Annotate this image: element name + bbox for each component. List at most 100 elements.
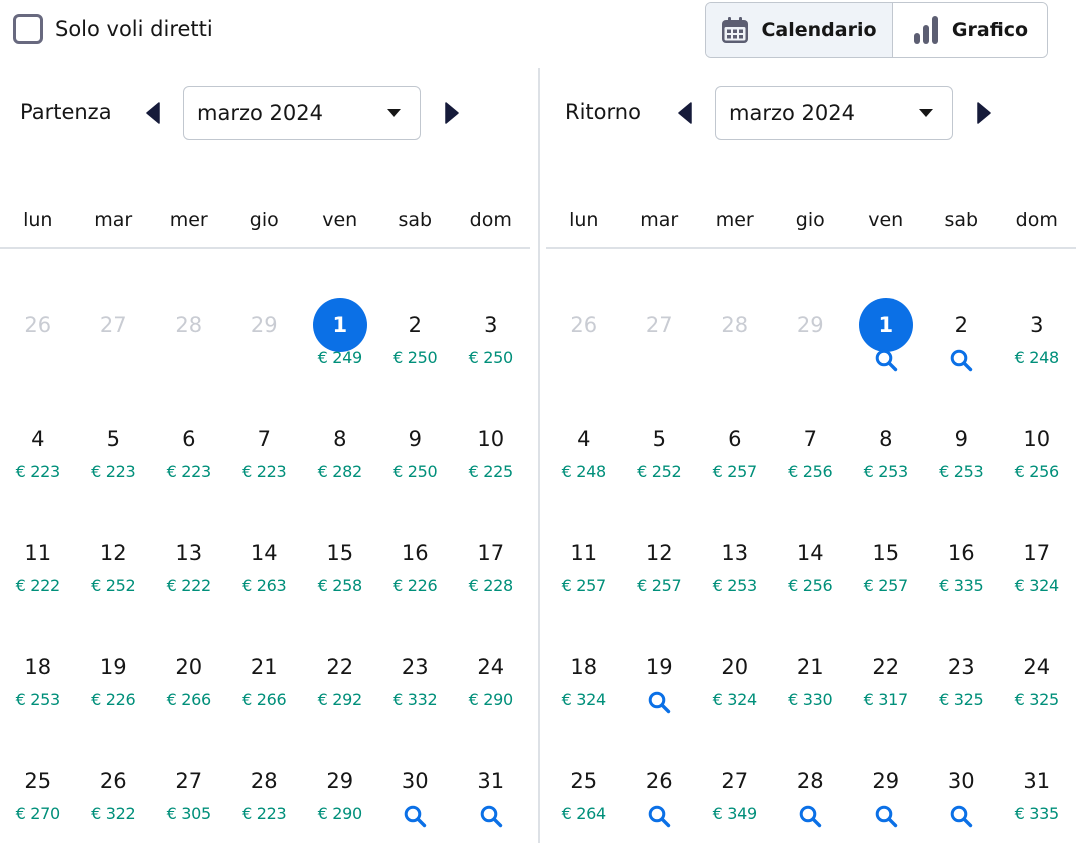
calendar-day[interactable]: 2 € 250 xyxy=(378,270,454,384)
departure-month-select[interactable]: marzo 2024 xyxy=(183,86,421,140)
search-icon[interactable] xyxy=(949,348,973,372)
calendar-day[interactable]: 8 € 253 xyxy=(848,384,924,498)
day-price: € 226 xyxy=(91,690,136,709)
calendar-day: 29 xyxy=(773,270,849,384)
calendar-day[interactable]: 18 € 324 xyxy=(546,612,622,726)
calendar-day[interactable]: 13 € 222 xyxy=(151,498,227,612)
calendar-day[interactable]: 7 € 223 xyxy=(227,384,303,498)
calendar-day[interactable]: 11 € 222 xyxy=(0,498,76,612)
return-month-value: marzo 2024 xyxy=(729,101,855,125)
calendar-view-button[interactable]: Calendario xyxy=(706,3,893,57)
calendar-day[interactable]: 23 € 325 xyxy=(924,612,1000,726)
calendar-day[interactable]: 6 € 223 xyxy=(151,384,227,498)
calendar-day: 28 xyxy=(151,270,227,384)
calendar-day[interactable]: 16 € 226 xyxy=(378,498,454,612)
search-icon[interactable] xyxy=(647,690,671,714)
calendar-day[interactable]: 8 € 282 xyxy=(302,384,378,498)
calendar-day[interactable]: 28 € 223 xyxy=(227,726,303,840)
calendar-day[interactable]: 22 € 292 xyxy=(302,612,378,726)
calendar-day[interactable]: 22 € 317 xyxy=(848,612,924,726)
search-icon[interactable] xyxy=(479,804,503,828)
view-toggle: Calendario Grafico xyxy=(705,2,1048,58)
calendar-day[interactable]: 28 xyxy=(773,726,849,840)
search-icon[interactable] xyxy=(798,804,822,828)
calendar-day[interactable]: 5 € 252 xyxy=(622,384,698,498)
search-icon[interactable] xyxy=(874,348,898,372)
calendar-day[interactable]: 17 € 228 xyxy=(453,498,529,612)
calendar-day[interactable]: 9 € 253 xyxy=(924,384,1000,498)
calendar-day[interactable]: 14 € 256 xyxy=(773,498,849,612)
return-month-select[interactable]: marzo 2024 xyxy=(715,86,953,140)
calendar-day-selected[interactable]: 1 xyxy=(848,270,924,384)
calendar-day[interactable]: 6 € 257 xyxy=(697,384,773,498)
day-number: 22 xyxy=(326,655,354,679)
calendar-day[interactable]: 13 € 253 xyxy=(697,498,773,612)
calendar-day[interactable]: 25 € 264 xyxy=(546,726,622,840)
calendar-day[interactable]: 15 € 258 xyxy=(302,498,378,612)
calendar-day[interactable]: 7 € 256 xyxy=(773,384,849,498)
direct-flights-label[interactable]: Solo voli diretti xyxy=(55,17,213,41)
calendar-day[interactable]: 20 € 324 xyxy=(697,612,773,726)
calendar-day[interactable]: 3 € 250 xyxy=(453,270,529,384)
day-price: € 256 xyxy=(788,462,833,481)
calendar-day[interactable]: 24 € 325 xyxy=(999,612,1075,726)
calendar-day[interactable]: 15 € 257 xyxy=(848,498,924,612)
calendar-day[interactable]: 16 € 335 xyxy=(924,498,1000,612)
day-number: 10 xyxy=(1023,427,1051,451)
day-price: € 266 xyxy=(242,690,287,709)
calendar-day[interactable]: 10 € 225 xyxy=(453,384,529,498)
day-price: € 252 xyxy=(637,462,682,481)
calendar-day[interactable]: 5 € 223 xyxy=(76,384,152,498)
calendar-day[interactable]: 17 € 324 xyxy=(999,498,1075,612)
calendar-day[interactable]: 3 € 248 xyxy=(999,270,1075,384)
day-number: 8 xyxy=(333,427,347,451)
calendar-day[interactable]: 10 € 256 xyxy=(999,384,1075,498)
calendar-day[interactable]: 4 € 248 xyxy=(546,384,622,498)
calendar-day[interactable]: 19 xyxy=(622,612,698,726)
calendar-day[interactable]: 9 € 250 xyxy=(378,384,454,498)
calendar-day[interactable]: 11 € 257 xyxy=(546,498,622,612)
calendar-day[interactable]: 30 xyxy=(378,726,454,840)
calendar-day[interactable]: 27 € 305 xyxy=(151,726,227,840)
calendar-day[interactable]: 18 € 253 xyxy=(0,612,76,726)
day-price: € 325 xyxy=(1014,690,1060,709)
return-prev-month-button[interactable] xyxy=(674,102,696,124)
return-weekday-header: lun mar mer gio ven sab dom xyxy=(546,205,1076,249)
calendar-day[interactable]: 27 € 349 xyxy=(697,726,773,840)
day-number: 18 xyxy=(24,655,52,679)
calendar-day[interactable]: 23 € 332 xyxy=(378,612,454,726)
search-icon[interactable] xyxy=(874,804,898,828)
search-icon[interactable] xyxy=(949,804,973,828)
search-icon[interactable] xyxy=(403,804,427,828)
departure-next-month-button[interactable] xyxy=(441,102,463,124)
calendar-day[interactable]: 29 xyxy=(848,726,924,840)
calendar-day[interactable]: 12 € 257 xyxy=(622,498,698,612)
calendar-day[interactable]: 2 xyxy=(924,270,1000,384)
calendar-day[interactable]: 12 € 252 xyxy=(76,498,152,612)
calendar-day[interactable]: 24 € 290 xyxy=(453,612,529,726)
chart-view-button[interactable]: Grafico xyxy=(893,3,1047,57)
calendar-day-selected[interactable]: 1 € 249 xyxy=(302,270,378,384)
calendar-day[interactable]: 25 € 270 xyxy=(0,726,76,840)
day-number: 1 xyxy=(312,298,367,352)
calendar-day[interactable]: 29 € 290 xyxy=(302,726,378,840)
calendar-day[interactable]: 20 € 266 xyxy=(151,612,227,726)
return-next-month-button[interactable] xyxy=(973,102,995,124)
search-icon[interactable] xyxy=(647,804,671,828)
calendar-day[interactable]: 21 € 266 xyxy=(227,612,303,726)
calendar-day[interactable]: 26 xyxy=(622,726,698,840)
calendar-day[interactable]: 30 xyxy=(924,726,1000,840)
calendar-day[interactable]: 4 € 223 xyxy=(0,384,76,498)
day-number: 13 xyxy=(721,541,749,565)
direct-flights-checkbox[interactable] xyxy=(13,14,43,44)
return-month-header: Ritorno marzo 2024 xyxy=(546,86,1076,140)
direct-flights-filter[interactable]: Solo voli diretti xyxy=(13,14,213,44)
calendar-day[interactable]: 26 € 322 xyxy=(76,726,152,840)
calendar-day[interactable]: 31 xyxy=(453,726,529,840)
calendar-day[interactable]: 19 € 226 xyxy=(76,612,152,726)
calendar-day[interactable]: 31 € 335 xyxy=(999,726,1075,840)
day-number: 3 xyxy=(484,313,498,337)
departure-prev-month-button[interactable] xyxy=(142,102,164,124)
calendar-day[interactable]: 14 € 263 xyxy=(227,498,303,612)
calendar-day[interactable]: 21 € 330 xyxy=(773,612,849,726)
